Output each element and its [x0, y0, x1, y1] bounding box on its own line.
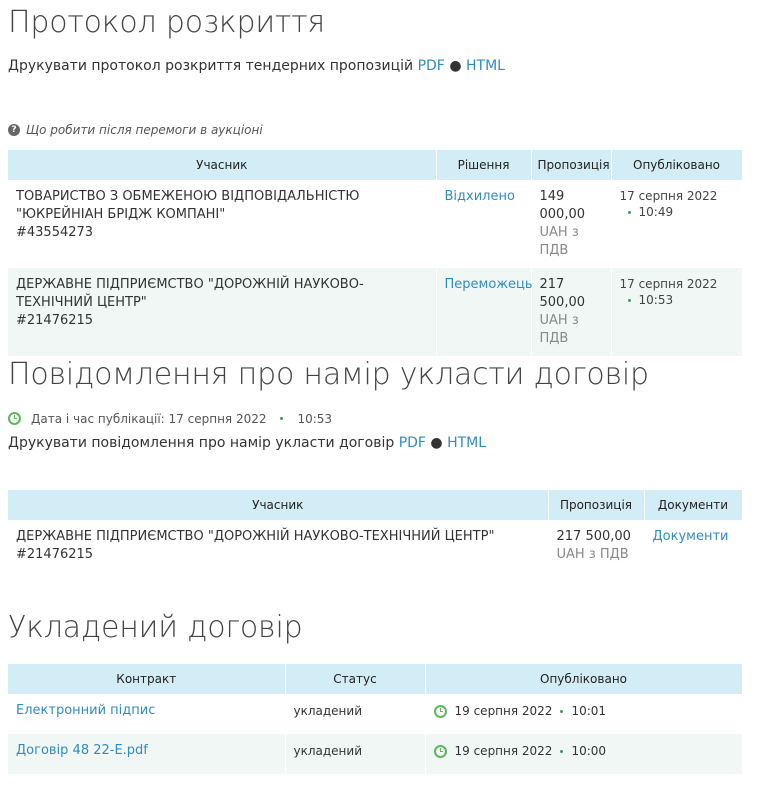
- published-date: 19 серпня 2022: [454, 744, 553, 758]
- protocol-pdf-link[interactable]: PDF: [418, 58, 445, 74]
- participant-name: ТОВАРИСТВО З ОБМЕЖЕНОЮ ВІДПОВІДАЛЬНІСТЮ …: [16, 189, 360, 222]
- contract-file-link[interactable]: Електронний підпис: [16, 703, 155, 718]
- published-date: 17 серпня 2022: [619, 189, 718, 203]
- published-date: 17 серпня 2022: [619, 277, 718, 291]
- table-row: ДЕРЖАВНЕ ПІДПРИЄМСТВО "ДОРОЖНІЙ НАУКОВО-…: [8, 520, 743, 574]
- dot-icon: [560, 749, 564, 753]
- documents-link[interactable]: Документи: [653, 529, 729, 544]
- participant-code: #21476215: [16, 313, 94, 328]
- proposal-amount: 217 500,00: [539, 277, 586, 310]
- published-time: 10:00: [571, 744, 607, 758]
- participant-name: ДЕРЖАВНЕ ПІДПРИЄМСТВО "ДОРОЖНІЙ НАУКОВО-…: [16, 529, 495, 544]
- help-link[interactable]: Що робити після перемоги в аукціоні: [26, 124, 263, 136]
- col-status: Статус: [285, 664, 426, 694]
- clock-icon: [433, 744, 447, 758]
- col-contract: Контракт: [8, 664, 286, 694]
- col-published: Опубліковано: [425, 664, 743, 694]
- clock-icon: [433, 704, 447, 718]
- published-time: 10:01: [571, 704, 607, 718]
- published-time: 10:49: [638, 205, 674, 219]
- notice-print-line: Друкувати повідомлення про намір укласти…: [8, 436, 486, 450]
- decision-link[interactable]: Відхилено: [445, 189, 515, 204]
- help-line[interactable]: ? Що робити після перемоги в аукціоні: [8, 124, 263, 136]
- proposal-unit: UAH з ПДВ: [556, 547, 629, 562]
- notice-print-text: Друкувати повідомлення про намір укласти…: [8, 435, 395, 451]
- notice-html-link[interactable]: HTML: [447, 435, 486, 451]
- contract-status: укладений: [285, 734, 426, 774]
- proposal-amount: 217 500,00: [556, 529, 631, 544]
- proposal-unit: UAH з ПДВ: [539, 313, 579, 346]
- protocol-html-link[interactable]: HTML: [466, 58, 505, 74]
- table-row: Електронний підпис укладений 19 серпня 2…: [8, 694, 743, 734]
- separator-dot: ●: [449, 58, 462, 74]
- dot-icon: [627, 211, 631, 214]
- contract-status: укладений: [285, 694, 426, 734]
- protocol-title: Протокол розкриття: [8, 5, 325, 40]
- col-proposal: Пропозиція: [531, 150, 612, 180]
- participant-code: #43554273: [16, 225, 94, 240]
- col-published: Опубліковано: [611, 150, 743, 180]
- col-participant: Учасник: [8, 490, 549, 520]
- dot-icon: [280, 417, 284, 420]
- notice-pub-time: 10:53: [297, 411, 333, 426]
- notice-pub-label: Дата і час публікації: 17 серпня 2022: [31, 411, 267, 426]
- question-icon: ?: [8, 124, 20, 136]
- contract-table: Контракт Статус Опубліковано Електронний…: [8, 664, 743, 774]
- dot-icon: [627, 299, 631, 302]
- notice-pdf-link[interactable]: PDF: [399, 435, 426, 451]
- table-row: Договір 48 22-Е.pdf укладений 19 серпня …: [8, 734, 743, 774]
- protocol-print-line: Друкувати протокол розкриття тендерних п…: [8, 59, 505, 73]
- table-row: ТОВАРИСТВО З ОБМЕЖЕНОЮ ВІДПОВІДАЛЬНІСТЮ …: [8, 180, 743, 268]
- table-row: ДЕРЖАВНЕ ПІДПРИЄМСТВО "ДОРОЖНІЙ НАУКОВО-…: [8, 268, 743, 356]
- clock-icon: [8, 412, 21, 425]
- col-documents: Документи: [644, 490, 743, 520]
- participant-name: ДЕРЖАВНЕ ПІДПРИЄМСТВО "ДОРОЖНІЙ НАУКОВО-…: [16, 277, 364, 310]
- protocol-table: Учасник Рішення Пропозиція Опубліковано …: [8, 150, 743, 356]
- contract-file-link[interactable]: Договір 48 22-Е.pdf: [16, 743, 148, 758]
- proposal-unit: UAH з ПДВ: [539, 225, 579, 258]
- col-proposal: Пропозиція: [548, 490, 645, 520]
- separator-dot: ●: [430, 435, 443, 451]
- decision-link[interactable]: Переможець: [445, 277, 533, 292]
- published-date: 19 серпня 2022: [454, 704, 553, 718]
- protocol-print-text: Друкувати протокол розкриття тендерних п…: [8, 58, 414, 74]
- notice-table: Учасник Пропозиція Документи ДЕРЖАВНЕ ПІ…: [8, 490, 743, 574]
- col-participant: Учасник: [8, 150, 437, 180]
- contract-title: Укладений договір: [8, 610, 303, 645]
- notice-pub-line: Дата і час публікації: 17 серпня 2022 10…: [8, 412, 332, 425]
- col-decision: Рішення: [436, 150, 532, 180]
- notice-title: Повідомлення про намір укласти договір: [8, 357, 649, 392]
- proposal-amount: 149 000,00: [539, 189, 586, 222]
- dot-icon: [560, 709, 564, 713]
- published-time: 10:53: [638, 293, 674, 307]
- participant-code: #21476215: [16, 547, 94, 562]
